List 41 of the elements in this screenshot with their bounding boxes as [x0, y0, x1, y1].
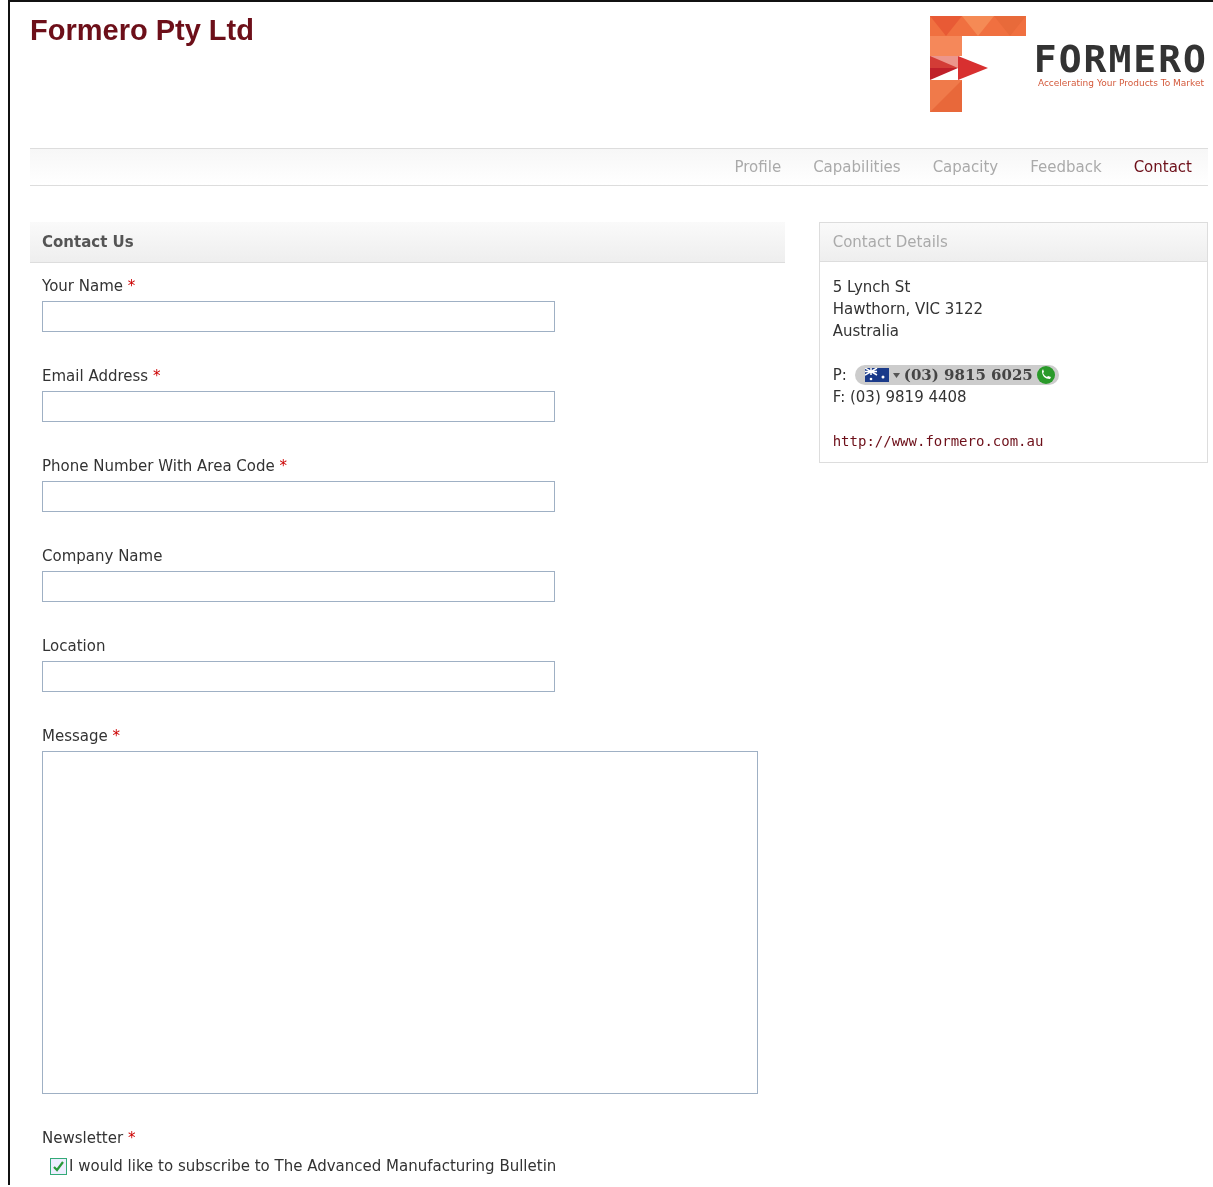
- nav-link[interactable]: Profile: [718, 158, 798, 176]
- address-line: Hawthorn, VIC 3122: [832, 299, 985, 320]
- nav-link[interactable]: Capacity: [916, 158, 1015, 176]
- input-field[interactable]: [42, 571, 555, 602]
- input-field[interactable]: [42, 301, 555, 332]
- nav-link[interactable]: Contact: [1117, 158, 1208, 176]
- checkbox-label: I would like to subscribe to The Advanced Manufacturing Bulletin: [69, 1157, 557, 1175]
- logo-tagline: Accelerating Your Products To Market: [1037, 78, 1204, 88]
- logo-wordmark: FORMERO: [1033, 40, 1208, 78]
- phone-prefix: P:: [832, 365, 847, 386]
- field-label: Phone Number With Area Code: [42, 457, 275, 475]
- nav-link[interactable]: Capabilities: [797, 158, 917, 176]
- phone-icon: [1036, 366, 1055, 384]
- site-title: Formero Pty Ltd: [30, 14, 254, 48]
- fax-number: F: (03) 9819 4408: [832, 387, 968, 408]
- address-line: Australia: [832, 321, 901, 342]
- panel-title: Contact Details: [819, 223, 1207, 262]
- required-asterisk: *: [112, 727, 121, 745]
- required-asterisk: *: [127, 1129, 136, 1147]
- phone-badge[interactable]: (03) 9815 6025: [854, 365, 1059, 385]
- website-link[interactable]: http://www.formero.com.au: [832, 433, 1044, 449]
- field-label: Location: [42, 637, 106, 655]
- input-field[interactable]: [42, 391, 555, 422]
- field-label: Your Name: [42, 277, 124, 295]
- logo-mark-icon: [927, 14, 1028, 114]
- panel-title: Contact Us: [30, 222, 785, 263]
- nav-link[interactable]: Feedback: [1014, 158, 1118, 176]
- message-field[interactable]: [42, 751, 758, 1094]
- required-asterisk: *: [279, 457, 288, 475]
- field-label: Message: [42, 727, 108, 745]
- required-asterisk: *: [152, 367, 161, 385]
- flag-icon: [864, 368, 889, 382]
- required-asterisk: *: [127, 277, 136, 295]
- field-label: Newsletter: [42, 1129, 124, 1147]
- checkbox[interactable]: [50, 1157, 67, 1175]
- address-line: 5 Lynch St: [832, 277, 912, 298]
- input-field[interactable]: [42, 661, 555, 692]
- field-label: Email Address: [42, 367, 149, 385]
- field-label: Company Name: [42, 547, 163, 565]
- caret-icon: [892, 372, 900, 378]
- input-field[interactable]: [42, 481, 555, 512]
